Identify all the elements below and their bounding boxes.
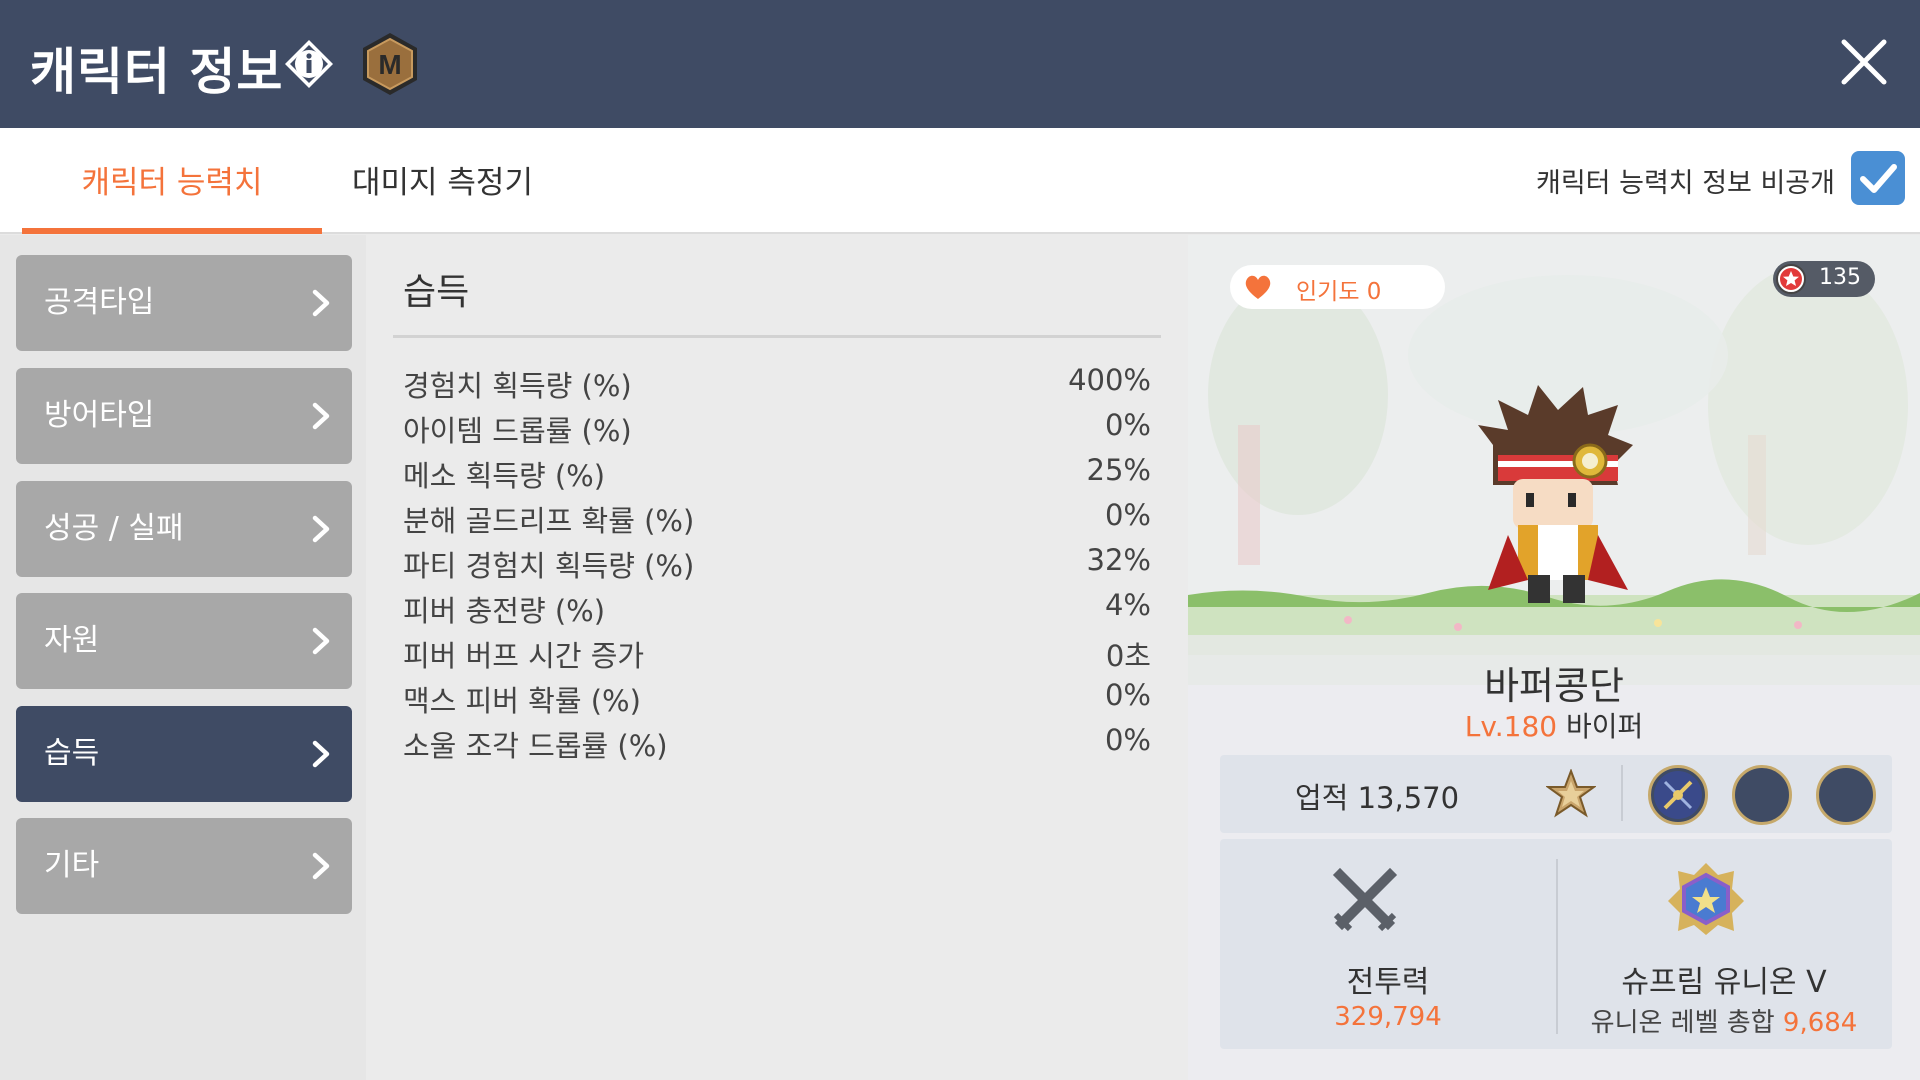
sidebar-item-label: 공격타입 [44, 285, 155, 320]
sidebar-item-resource[interactable]: 자원 [16, 593, 352, 689]
tab-damage-meter[interactable]: 대미지 측정기 [330, 128, 555, 234]
star-count: 135 [1819, 265, 1861, 290]
sidebar-item-acquisition[interactable]: 습득 [16, 706, 352, 802]
stats-panel: 습득 경험치 획득량 (%) 400% 아이템 드롭률 (%) 0% 메소 획득… [366, 235, 1188, 1080]
profile-panel: 인기도 0 135 바퍼콩단 Lv.180 바이퍼 업적 13,570 전투력 … [1188, 235, 1920, 1080]
stat-value: 4% [1104, 588, 1151, 622]
m-badge-icon[interactable]: M [360, 31, 420, 97]
union-emblem-icon [1668, 863, 1744, 935]
stat-name: 피버 버프 시간 증가 [403, 639, 645, 673]
sidebar-item-label: 자원 [44, 623, 100, 658]
achievement-bar: 업적 13,570 [1220, 755, 1892, 833]
power-union-box: 전투력 329,794 슈프림 유니온 V 유니온 레벨 총합 9,684 [1220, 839, 1892, 1049]
active-tab-indicator [22, 228, 322, 234]
tab-bar: 캐릭터 능력치 대미지 측정기 캐릭터 능력치 정보 비공개 [0, 128, 1920, 234]
sidebar-item-success-fail[interactable]: 성공 / 실패 [16, 481, 352, 577]
stat-name: 메소 획득량 (%) [403, 459, 606, 493]
character-level-job: Lv.180 바이퍼 [1188, 705, 1920, 745]
character-level: Lv.180 [1464, 710, 1558, 743]
stat-row: 피버 버프 시간 증가 0초 [403, 633, 1151, 678]
combat-power-label: 전투력 [1346, 965, 1430, 1000]
equipped-emblem-slot[interactable] [1648, 765, 1708, 825]
stat-name: 소울 조각 드롭률 (%) [403, 729, 668, 763]
sidebar-item-label: 성공 / 실패 [44, 511, 184, 546]
sidebar-item-attack-type[interactable]: 공격타입 [16, 255, 352, 351]
page-title: 캐릭터 정보 [30, 43, 284, 101]
stat-value: 0% [1104, 723, 1151, 757]
star-force-icon [1776, 264, 1806, 294]
star-count-badge: 135 [1773, 261, 1875, 297]
sidebar-item-label: 습득 [44, 736, 100, 771]
close-icon[interactable] [1838, 36, 1890, 88]
achievement-divider [1621, 765, 1623, 821]
stat-name: 맥스 피버 확률 (%) [403, 684, 641, 718]
header-bar: 캐릭터 정보 M [0, 0, 1920, 128]
stat-row: 파티 경험치 획득량 (%) 32% [403, 543, 1151, 588]
union-level-total: 유니온 레벨 총합 9,684 [1556, 1002, 1892, 1039]
sidebar-item-label: 방어타입 [44, 398, 155, 433]
union-rank-label: 슈프림 유니온 V [1621, 965, 1827, 1000]
stat-row: 맥스 피버 확률 (%) 0% [403, 678, 1151, 723]
empty-emblem-slot[interactable] [1732, 765, 1792, 825]
emblem-icon [1654, 771, 1702, 819]
character-avatar [1478, 385, 1633, 603]
character-scene: 인기도 0 135 [1188, 235, 1920, 685]
character-name: 바퍼콩단 [1484, 664, 1624, 708]
tab-character-stats[interactable]: 캐릭터 능력치 [22, 128, 322, 234]
sidebar-item-etc[interactable]: 기타 [16, 818, 352, 914]
stat-value: 0% [1104, 678, 1151, 712]
stat-row: 경험치 획득량 (%) 400% [403, 363, 1151, 408]
popularity-badge: 인기도 0 [1230, 265, 1445, 309]
section-divider [393, 335, 1161, 338]
sidebar-item-defense-type[interactable]: 방어타입 [16, 368, 352, 464]
chevron-right-icon [312, 852, 330, 880]
stat-row: 분해 골드리프 확률 (%) 0% [403, 498, 1151, 543]
stat-value: 25% [1086, 453, 1151, 487]
stat-value: 0% [1104, 498, 1151, 532]
chevron-right-icon [312, 402, 330, 430]
stat-value: 400% [1068, 363, 1151, 397]
union-level-label: 유니온 레벨 총합 [1590, 1008, 1775, 1038]
checkmark-icon [1860, 164, 1897, 193]
privacy-label: 캐릭터 능력치 정보 비공개 [1536, 168, 1835, 199]
stat-value: 0초 [1105, 639, 1151, 673]
stat-row: 아이템 드롭률 (%) 0% [403, 408, 1151, 453]
stat-row: 피버 충전량 (%) 4% [403, 588, 1151, 633]
stat-name: 아이템 드롭률 (%) [403, 414, 632, 448]
heart-icon [1245, 275, 1271, 299]
stat-value: 32% [1086, 543, 1151, 577]
chevron-right-icon [312, 740, 330, 768]
stat-row: 메소 획득량 (%) 25% [403, 453, 1151, 498]
achievement-score: 업적 13,570 [1295, 781, 1460, 815]
stat-value: 0% [1104, 408, 1151, 442]
svg-text:M: M [378, 49, 401, 80]
combat-power-value: 329,794 [1334, 1002, 1442, 1032]
info-icon[interactable] [283, 38, 335, 90]
popularity-text: 인기도 0 [1296, 279, 1382, 305]
chevron-right-icon [312, 627, 330, 655]
achievement-medal-icon[interactable] [1546, 769, 1596, 821]
union-level-value: 9,684 [1782, 1008, 1858, 1038]
stat-row: 소울 조각 드롭률 (%) 0% [403, 723, 1151, 768]
empty-emblem-slot[interactable] [1816, 765, 1876, 825]
sidebar-item-label: 기타 [44, 848, 100, 883]
stat-name: 경험치 획득량 (%) [403, 369, 632, 403]
stat-name: 파티 경험치 획득량 (%) [403, 549, 695, 583]
chevron-right-icon [312, 515, 330, 543]
stat-name: 분해 골드리프 확률 (%) [403, 504, 695, 538]
chevron-right-icon [312, 289, 330, 317]
stat-name: 피버 충전량 (%) [403, 594, 606, 628]
sidebar: 공격타입 방어타입 성공 / 실패 자원 습득 기타 [0, 235, 366, 1080]
privacy-checkbox[interactable] [1851, 151, 1905, 205]
character-job: 바이퍼 [1565, 710, 1644, 743]
crossed-swords-icon [1332, 867, 1398, 932]
section-title: 습득 [403, 272, 470, 313]
